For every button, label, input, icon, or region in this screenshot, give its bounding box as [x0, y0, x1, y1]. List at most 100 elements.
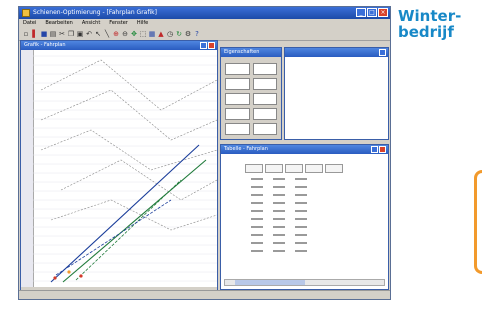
grid-icon[interactable]: ▦ [148, 30, 156, 38]
property-field[interactable] [225, 108, 250, 120]
table-area [221, 154, 388, 289]
table-cell[interactable] [295, 186, 307, 188]
refresh-icon[interactable]: ↻ [175, 30, 183, 38]
print-icon[interactable]: ▤ [49, 30, 57, 38]
table-cell[interactable] [273, 250, 285, 252]
table-cell[interactable] [273, 218, 285, 220]
train-path-line [40, 59, 217, 111]
property-field[interactable] [252, 78, 277, 90]
menu-item-fenster[interactable]: Fenster [109, 19, 128, 28]
table-cell[interactable] [251, 242, 263, 244]
table-column-header[interactable] [305, 164, 323, 173]
paste-icon[interactable]: ▣ [76, 30, 84, 38]
table-cell[interactable] [295, 194, 307, 196]
train-icon[interactable]: ▲ [157, 30, 165, 38]
table-cell[interactable] [273, 210, 285, 212]
table-cell[interactable] [295, 202, 307, 204]
property-field[interactable] [252, 123, 277, 135]
table-column-header[interactable] [265, 164, 283, 173]
table-cell[interactable] [251, 234, 263, 236]
table-cell[interactable] [251, 194, 263, 196]
table-cell[interactable] [273, 234, 285, 236]
copy-icon[interactable]: ❐ [67, 30, 75, 38]
table-cell[interactable] [251, 250, 263, 252]
heading-line-1: Winter- [398, 7, 462, 25]
empty-panel-close-button[interactable] [379, 49, 386, 56]
new-icon[interactable]: ▫ [22, 30, 30, 38]
menu-item-hilfe[interactable]: Hilfe [137, 19, 148, 28]
side-tab-marker [474, 170, 482, 274]
arrow-icon[interactable]: ↖ [94, 30, 102, 38]
table-close-button[interactable] [379, 146, 386, 153]
property-field[interactable] [252, 93, 277, 105]
table-cell[interactable] [251, 178, 263, 180]
train-path-line [55, 199, 172, 276]
move-icon[interactable]: ✥ [130, 30, 138, 38]
table-cell[interactable] [295, 226, 307, 228]
property-field[interactable] [225, 63, 250, 75]
table-cell[interactable] [295, 178, 307, 180]
minimize-button[interactable]: _ [356, 8, 366, 17]
property-field[interactable] [252, 63, 277, 75]
table-cell[interactable] [273, 178, 285, 180]
menu-item-bearbeiten[interactable]: Bearbeiten [45, 19, 72, 28]
property-field[interactable] [225, 93, 250, 105]
window-title: Schienen-Optimierung - [Fahrplan Grafik] [33, 9, 157, 16]
table-cell[interactable] [295, 242, 307, 244]
status-bar [19, 290, 390, 299]
table-cell[interactable] [251, 226, 263, 228]
open-icon[interactable]: ▌ [31, 30, 39, 38]
title-bar[interactable]: Schienen-Optimierung - [Fahrplan Grafik]… [19, 7, 390, 19]
property-field[interactable] [252, 108, 277, 120]
properties-panel-title-bar[interactable]: Eigenschaften [221, 48, 281, 57]
table-cell[interactable] [251, 186, 263, 188]
settings-icon[interactable]: ⚙ [184, 30, 192, 38]
table-cell[interactable] [273, 194, 285, 196]
table-minimize-button[interactable] [371, 146, 378, 153]
page-heading: Winter- bedrijf [398, 8, 461, 40]
property-field[interactable] [225, 123, 250, 135]
graph-close-button[interactable] [208, 42, 215, 49]
table-column-header[interactable] [245, 164, 263, 173]
zoom-out-icon[interactable]: ⊖ [121, 30, 129, 38]
table-cell[interactable] [251, 202, 263, 204]
table-cell[interactable] [295, 218, 307, 220]
timetable-graph[interactable] [21, 50, 217, 288]
close-button[interactable]: × [378, 8, 388, 17]
undo-icon[interactable]: ↶ [85, 30, 93, 38]
graph-window[interactable]: Grafik - Fahrplan [20, 40, 218, 298]
station-marker [53, 276, 57, 280]
maximize-button[interactable]: □ [367, 8, 377, 17]
property-field[interactable] [225, 78, 250, 90]
help-icon[interactable]: ? [193, 30, 201, 38]
table-cell[interactable] [295, 234, 307, 236]
table-window[interactable]: Tabelle - Fahrplan [220, 144, 389, 290]
select-icon[interactable]: ⬚ [139, 30, 147, 38]
clock-icon[interactable]: ◷ [166, 30, 174, 38]
table-cell[interactable] [295, 250, 307, 252]
graph-minimize-button[interactable] [200, 42, 207, 49]
table-cell[interactable] [273, 202, 285, 204]
table-window-title: Tabelle - Fahrplan [224, 146, 268, 152]
table-cell[interactable] [273, 226, 285, 228]
table-window-title-bar[interactable]: Tabelle - Fahrplan [221, 145, 388, 154]
table-horizontal-scrollbar[interactable] [224, 279, 385, 286]
graph-window-title-bar[interactable]: Grafik - Fahrplan [21, 41, 217, 50]
table-cell[interactable] [273, 186, 285, 188]
table-cell[interactable] [251, 210, 263, 212]
line-icon[interactable]: ╲ [103, 30, 111, 38]
cut-icon[interactable]: ✂ [58, 30, 66, 38]
zoom-in-icon[interactable]: ⊕ [112, 30, 120, 38]
table-cell[interactable] [251, 218, 263, 220]
table-column-header[interactable] [325, 164, 343, 173]
table-cell[interactable] [295, 210, 307, 212]
empty-panel [284, 47, 389, 140]
menu-item-ansicht[interactable]: Ansicht [82, 19, 100, 28]
table-column-header[interactable] [285, 164, 303, 173]
menu-bar: Datei Bearbeiten Ansicht Fenster Hilfe [19, 19, 390, 28]
menu-item-datei[interactable]: Datei [23, 19, 36, 28]
table-cell[interactable] [273, 242, 285, 244]
save-icon[interactable]: ■ [40, 30, 48, 38]
empty-panel-title-bar[interactable] [285, 48, 388, 57]
scrollbar-thumb[interactable] [235, 280, 305, 285]
